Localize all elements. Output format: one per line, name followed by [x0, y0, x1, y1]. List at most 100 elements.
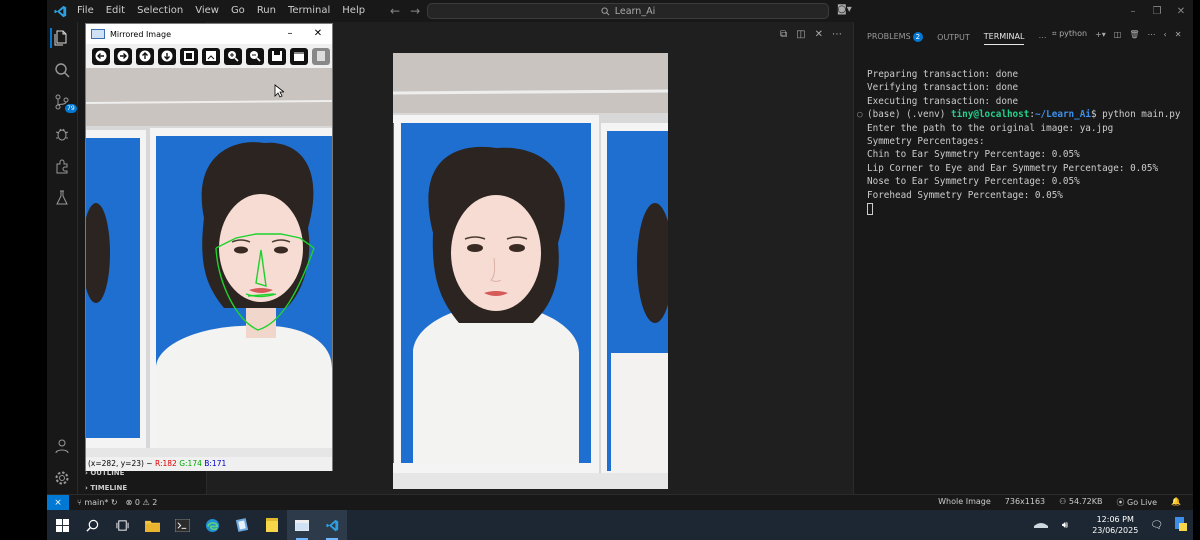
nav-arrows: ← →: [390, 0, 420, 22]
terminal-line: Forehead Symmetry Percentage: 0.05%: [867, 189, 1063, 201]
notifications-bell-icon[interactable]: 🔔: [1171, 497, 1181, 508]
menu-edit[interactable]: Edit: [100, 0, 131, 22]
close-icon[interactable]: ✕: [304, 24, 332, 44]
terminal-shell-label[interactable]: ⌗ python: [1052, 29, 1087, 39]
timeline-section[interactable]: › TIMELINE: [85, 484, 127, 492]
show-desktop-icon[interactable]: [1175, 517, 1187, 533]
new-terminal-icon[interactable]: +▾: [1095, 30, 1106, 39]
sticky-notes-icon[interactable]: [257, 510, 287, 540]
notepad-app-icon[interactable]: [227, 510, 257, 540]
tab-problems[interactable]: PROBLEMS 2: [867, 32, 924, 42]
extensions-icon[interactable]: [52, 156, 72, 176]
clock[interactable]: 12:06 PM 23/06/2025: [1092, 514, 1138, 536]
back-arrow-icon[interactable]: ←: [390, 4, 400, 18]
command-center-search[interactable]: Learn_Ai: [427, 3, 829, 19]
menu-terminal[interactable]: Terminal: [282, 0, 336, 22]
disabled-tool-icon[interactable]: [312, 47, 330, 65]
forward-arrow-icon[interactable]: →: [410, 4, 420, 18]
properties-icon[interactable]: [290, 47, 308, 65]
more-actions-icon[interactable]: ⋯: [832, 29, 842, 40]
terminal-line: Symmetry Percentages:: [867, 136, 985, 148]
mirrored-image-canvas[interactable]: [86, 68, 332, 457]
source-control-icon[interactable]: 79: [52, 92, 77, 113]
chevron-left-icon[interactable]: ‹: [1163, 30, 1166, 39]
close-panel-icon[interactable]: ✕: [1175, 30, 1182, 39]
split-editor-icon[interactable]: ◫: [796, 29, 805, 40]
action-center-icon[interactable]: 🗨︎: [1150, 520, 1163, 531]
menu-file[interactable]: File: [71, 0, 100, 22]
cv-window-titlebar[interactable]: Mirrored Image – ✕: [86, 24, 332, 44]
menu-bar: File Edit Selection View Go Run Terminal…: [71, 0, 371, 22]
branch-indicator[interactable]: ⑂ main* ↻: [77, 498, 118, 507]
pan-right-icon[interactable]: [114, 47, 132, 65]
status-right: Whole Image 736x1163 ⚇ 54.72KB ⦿ Go Live…: [938, 497, 1181, 508]
task-view-icon[interactable]: [107, 510, 137, 540]
clock-date: 23/06/2025: [1092, 526, 1139, 535]
opencv-window-taskbar-icon[interactable]: [287, 510, 317, 540]
terminal-output[interactable]: Preparing transaction: done Verifying tra…: [857, 68, 1181, 215]
taskbar-search-icon[interactable]: [77, 510, 107, 540]
run-debug-icon[interactable]: [52, 124, 72, 144]
go-live-button[interactable]: ⦿ Go Live: [1117, 497, 1158, 508]
file-explorer-icon[interactable]: [137, 510, 167, 540]
explorer-icon[interactable]: [50, 28, 70, 48]
copilot-icon[interactable]: ◙▾: [837, 4, 852, 15]
vscode-taskbar-icon[interactable]: [317, 510, 347, 540]
source-control-badge: 79: [65, 104, 77, 113]
problems-indicator[interactable]: ⊗ 0 ⚠ 2: [126, 498, 158, 507]
gear-icon[interactable]: [52, 468, 72, 488]
search-icon[interactable]: [52, 60, 72, 80]
menu-help[interactable]: Help: [336, 0, 371, 22]
menu-go[interactable]: Go: [225, 0, 251, 22]
edge-browser-icon[interactable]: [197, 510, 227, 540]
mirrored-image-window: Mirrored Image – ✕ (x=282, y=23) ~ R:182…: [85, 23, 333, 471]
maximize-icon[interactable]: ❐: [1145, 6, 1169, 17]
menu-run[interactable]: Run: [251, 0, 282, 22]
minimize-icon[interactable]: –: [1121, 6, 1145, 17]
blue-value: B:171: [204, 459, 227, 468]
pan-down-icon[interactable]: [158, 47, 176, 65]
terminal-line: Lip Corner to Eye and Ear Symmetry Perce…: [867, 162, 1159, 174]
editor-toolbar: ⧉ ◫ ✕ ⋯: [780, 29, 842, 40]
split-terminal-icon[interactable]: ◫: [1114, 30, 1122, 39]
close-icon[interactable]: ✕: [1169, 6, 1193, 17]
more-actions-icon[interactable]: ⋯: [1147, 30, 1155, 39]
cv-window-controls: – ✕: [276, 24, 332, 44]
tab-output[interactable]: OUTPUT: [937, 33, 970, 42]
cv-toolbar: [86, 44, 332, 68]
kill-terminal-icon[interactable]: 🗑: [1129, 30, 1139, 39]
zoom-original-icon[interactable]: [202, 47, 220, 65]
command-decoration-icon[interactable]: ○: [857, 108, 863, 121]
zoom-fit-icon[interactable]: [180, 47, 198, 65]
clock-time: 12:06 PM: [1096, 515, 1134, 524]
terminal-app-icon[interactable]: [167, 510, 197, 540]
windows-taskbar: 🔊︎ 12:06 PM 23/06/2025 🗨︎: [47, 510, 1193, 540]
terminal-line: Chin to Ear Symmetry Percentage: 0.05%: [867, 149, 1080, 161]
problems-count-badge: 2: [912, 32, 924, 42]
mouse-cursor-icon: [274, 84, 284, 98]
open-changes-icon[interactable]: ⧉: [780, 29, 787, 40]
close-editor-icon[interactable]: ✕: [815, 29, 823, 40]
zoom-out-icon[interactable]: [246, 47, 264, 65]
network-icon[interactable]: [1033, 520, 1048, 530]
menu-selection[interactable]: Selection: [131, 0, 189, 22]
terminal-cursor: [867, 202, 873, 215]
status-bar: ⨯ ⑂ main* ↻ ⊗ 0 ⚠ 2 Whole Image 736x1163…: [47, 494, 1193, 511]
pan-up-icon[interactable]: [136, 47, 154, 65]
terminal-line: Enter the path to the original image: ya…: [867, 122, 1114, 134]
account-icon[interactable]: [52, 436, 72, 456]
volume-icon[interactable]: 🔊︎: [1062, 520, 1068, 531]
minimize-icon[interactable]: –: [276, 24, 304, 44]
testing-flask-icon[interactable]: [52, 188, 72, 208]
more-actions-icon[interactable]: ⋯: [1038, 33, 1046, 42]
zoom-in-icon[interactable]: [224, 47, 242, 65]
remote-icon[interactable]: ⨯: [47, 494, 69, 511]
tab-terminal[interactable]: TERMINAL: [983, 32, 1025, 45]
start-windows-icon[interactable]: [47, 510, 77, 540]
menu-view[interactable]: View: [189, 0, 225, 22]
image-mode[interactable]: Whole Image: [938, 497, 991, 508]
pan-left-icon[interactable]: [92, 47, 110, 65]
save-image-icon[interactable]: [268, 47, 286, 65]
panel-toolbar: ⌗ python +▾ ◫ 🗑 ⋯ ‹ ✕: [1052, 29, 1181, 39]
panel-tabs: PROBLEMS 2 OUTPUT TERMINAL ⋯: [867, 29, 1046, 45]
